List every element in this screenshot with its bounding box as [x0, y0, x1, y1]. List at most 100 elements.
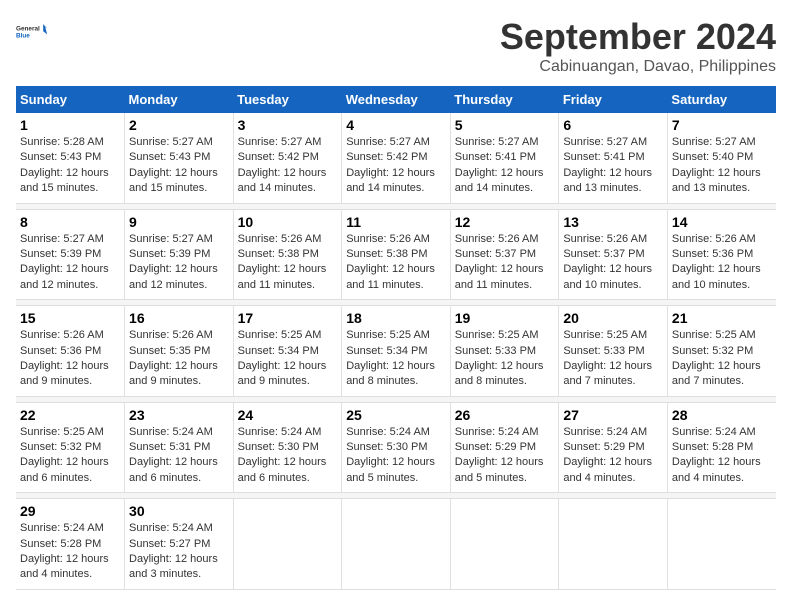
header-saturday: Saturday — [667, 86, 776, 113]
svg-text:General: General — [16, 25, 40, 32]
day-info: Sunrise: 5:25 AMSunset: 5:32 PMDaylight:… — [20, 425, 120, 487]
cell-24: 24 Sunrise: 5:24 AMSunset: 5:30 PMDayligh… — [233, 402, 342, 493]
day-number: 9 — [129, 214, 229, 230]
day-info: Sunrise: 5:24 AMSunset: 5:29 PMDaylight:… — [563, 425, 663, 487]
cell-31 — [233, 499, 342, 590]
cell-17: 17 Sunrise: 5:25 AMSunset: 5:34 PMDayligh… — [233, 306, 342, 397]
day-number: 12 — [455, 214, 555, 230]
day-info: Sunrise: 5:25 AMSunset: 5:32 PMDaylight:… — [672, 328, 772, 390]
day-number: 16 — [129, 310, 229, 326]
page-title: September 2024 — [500, 16, 776, 58]
day-number: 28 — [672, 407, 772, 423]
cell-9: 9 Sunrise: 5:27 AMSunset: 5:39 PMDaylight… — [125, 209, 234, 300]
cell-18: 18 Sunrise: 5:25 AMSunset: 5:34 PMDayligh… — [342, 306, 451, 397]
day-number: 8 — [20, 214, 120, 230]
header-wednesday: Wednesday — [342, 86, 451, 113]
cell-8: 8 Sunrise: 5:27 AMSunset: 5:39 PMDaylight… — [16, 209, 125, 300]
day-info: Sunrise: 5:24 AMSunset: 5:30 PMDaylight:… — [346, 425, 446, 487]
day-number: 1 — [20, 117, 120, 133]
cell-3: 3Sunrise: 5:27 AMSunset: 5:42 PMDaylight… — [233, 113, 342, 203]
cell-2: 2Sunrise: 5:27 AMSunset: 5:43 PMDaylight… — [125, 113, 234, 203]
day-info: Sunrise: 5:26 AMSunset: 5:38 PMDaylight:… — [238, 232, 338, 294]
cell-29: 29 Sunrise: 5:24 AMSunset: 5:28 PMDayligh… — [16, 499, 125, 590]
calendar-table: SundayMondayTuesdayWednesdayThursdayFrid… — [16, 86, 776, 590]
cell-11: 11 Sunrise: 5:26 AMSunset: 5:38 PMDayligh… — [342, 209, 451, 300]
cell-32 — [342, 499, 451, 590]
header-thursday: Thursday — [450, 86, 559, 113]
header-monday: Monday — [125, 86, 234, 113]
cell-14: 14Sunrise: 5:26 AMSunset: 5:36 PMDayligh… — [667, 209, 776, 300]
day-info: Sunrise: 5:27 AMSunset: 5:39 PMDaylight:… — [129, 232, 229, 294]
day-number: 7 — [672, 117, 772, 133]
week-row-4: 22 Sunrise: 5:25 AMSunset: 5:32 PMDayligh… — [16, 402, 776, 493]
cell-19: 19Sunrise: 5:25 AMSunset: 5:33 PMDayligh… — [450, 306, 559, 397]
day-number: 24 — [238, 407, 338, 423]
day-number: 6 — [563, 117, 663, 133]
cell-25: 25 Sunrise: 5:24 AMSunset: 5:30 PMDayligh… — [342, 402, 451, 493]
cell-26: 26 Sunrise: 5:24 AMSunset: 5:29 PMDayligh… — [450, 402, 559, 493]
day-number: 17 — [238, 310, 338, 326]
cell-15: 15 Sunrise: 5:26 AMSunset: 5:36 PMDayligh… — [16, 306, 125, 397]
day-number: 27 — [563, 407, 663, 423]
day-number: 21 — [672, 310, 772, 326]
day-number: 14 — [672, 214, 772, 230]
day-info: Sunrise: 5:26 AMSunset: 5:35 PMDaylight:… — [129, 328, 229, 390]
svg-text:Blue: Blue — [16, 33, 30, 40]
cell-34 — [559, 499, 668, 590]
day-info: Sunrise: 5:25 AMSunset: 5:34 PMDaylight:… — [346, 328, 446, 390]
day-info: Sunrise: 5:24 AMSunset: 5:28 PMDaylight:… — [672, 425, 772, 487]
day-number: 3 — [238, 117, 338, 133]
day-info: Sunrise: 5:26 AMSunset: 5:37 PMDaylight:… — [563, 232, 663, 294]
day-number: 19 — [455, 310, 555, 326]
header-sunday: Sunday — [16, 86, 125, 113]
day-info: Sunrise: 5:24 AMSunset: 5:31 PMDaylight:… — [129, 425, 229, 487]
cell-13: 13 Sunrise: 5:26 AMSunset: 5:37 PMDayligh… — [559, 209, 668, 300]
title-area: September 2024 Cabinuangan, Davao, Phili… — [500, 16, 776, 76]
day-info: Sunrise: 5:25 AMSunset: 5:34 PMDaylight:… — [238, 328, 338, 390]
day-number: 15 — [20, 310, 120, 326]
day-number: 22 — [20, 407, 120, 423]
cell-20: 20 Sunrise: 5:25 AMSunset: 5:33 PMDayligh… — [559, 306, 668, 397]
day-info: Sunrise: 5:27 AMSunset: 5:42 PMDaylight:… — [346, 135, 446, 197]
week-row-2: 8 Sunrise: 5:27 AMSunset: 5:39 PMDaylight… — [16, 209, 776, 300]
day-info: Sunrise: 5:26 AMSunset: 5:38 PMDaylight:… — [346, 232, 446, 294]
day-number: 4 — [346, 117, 446, 133]
logo: GeneralBlue — [16, 16, 48, 48]
cell-30: 30Sunrise: 5:24 AMSunset: 5:27 PMDayligh… — [125, 499, 234, 590]
cell-10: 10 Sunrise: 5:26 AMSunset: 5:38 PMDayligh… — [233, 209, 342, 300]
cell-28: 28 Sunrise: 5:24 AMSunset: 5:28 PMDayligh… — [667, 402, 776, 493]
day-number: 29 — [20, 503, 120, 519]
week-row-3: 15 Sunrise: 5:26 AMSunset: 5:36 PMDayligh… — [16, 306, 776, 397]
day-number: 23 — [129, 407, 229, 423]
header-row: SundayMondayTuesdayWednesdayThursdayFrid… — [16, 86, 776, 113]
day-info: Sunrise: 5:24 AMSunset: 5:30 PMDaylight:… — [238, 425, 338, 487]
day-number: 25 — [346, 407, 446, 423]
day-number: 26 — [455, 407, 555, 423]
day-info: Sunrise: 5:24 AMSunset: 5:28 PMDaylight:… — [20, 521, 120, 583]
day-info: Sunrise: 5:28 AMSunset: 5:43 PMDaylight:… — [20, 135, 120, 197]
day-info: Sunrise: 5:26 AMSunset: 5:37 PMDaylight:… — [455, 232, 555, 294]
week-row-5: 29 Sunrise: 5:24 AMSunset: 5:28 PMDayligh… — [16, 499, 776, 590]
cell-6: 6 Sunrise: 5:27 AMSunset: 5:41 PMDaylight… — [559, 113, 668, 203]
cell-23: 23 Sunrise: 5:24 AMSunset: 5:31 PMDayligh… — [125, 402, 234, 493]
page-subtitle: Cabinuangan, Davao, Philippines — [500, 58, 776, 76]
day-info: Sunrise: 5:24 AMSunset: 5:29 PMDaylight:… — [455, 425, 555, 487]
week-row-1: 1 Sunrise: 5:28 AMSunset: 5:43 PMDaylight… — [16, 113, 776, 203]
cell-27: 27 Sunrise: 5:24 AMSunset: 5:29 PMDayligh… — [559, 402, 668, 493]
day-number: 20 — [563, 310, 663, 326]
day-number: 13 — [563, 214, 663, 230]
header: GeneralBlue September 2024 Cabinuangan, … — [16, 16, 776, 76]
day-info: Sunrise: 5:27 AMSunset: 5:39 PMDaylight:… — [20, 232, 120, 294]
day-info: Sunrise: 5:26 AMSunset: 5:36 PMDaylight:… — [20, 328, 120, 390]
cell-1: 1 Sunrise: 5:28 AMSunset: 5:43 PMDaylight… — [16, 113, 125, 203]
day-number: 2 — [129, 117, 229, 133]
day-info: Sunrise: 5:27 AMSunset: 5:41 PMDaylight:… — [455, 135, 555, 197]
day-number: 18 — [346, 310, 446, 326]
header-tuesday: Tuesday — [233, 86, 342, 113]
day-number: 10 — [238, 214, 338, 230]
day-number: 5 — [455, 117, 555, 133]
day-info: Sunrise: 5:25 AMSunset: 5:33 PMDaylight:… — [563, 328, 663, 390]
day-info: Sunrise: 5:27 AMSunset: 5:41 PMDaylight:… — [563, 135, 663, 197]
header-friday: Friday — [559, 86, 668, 113]
day-number: 11 — [346, 214, 446, 230]
